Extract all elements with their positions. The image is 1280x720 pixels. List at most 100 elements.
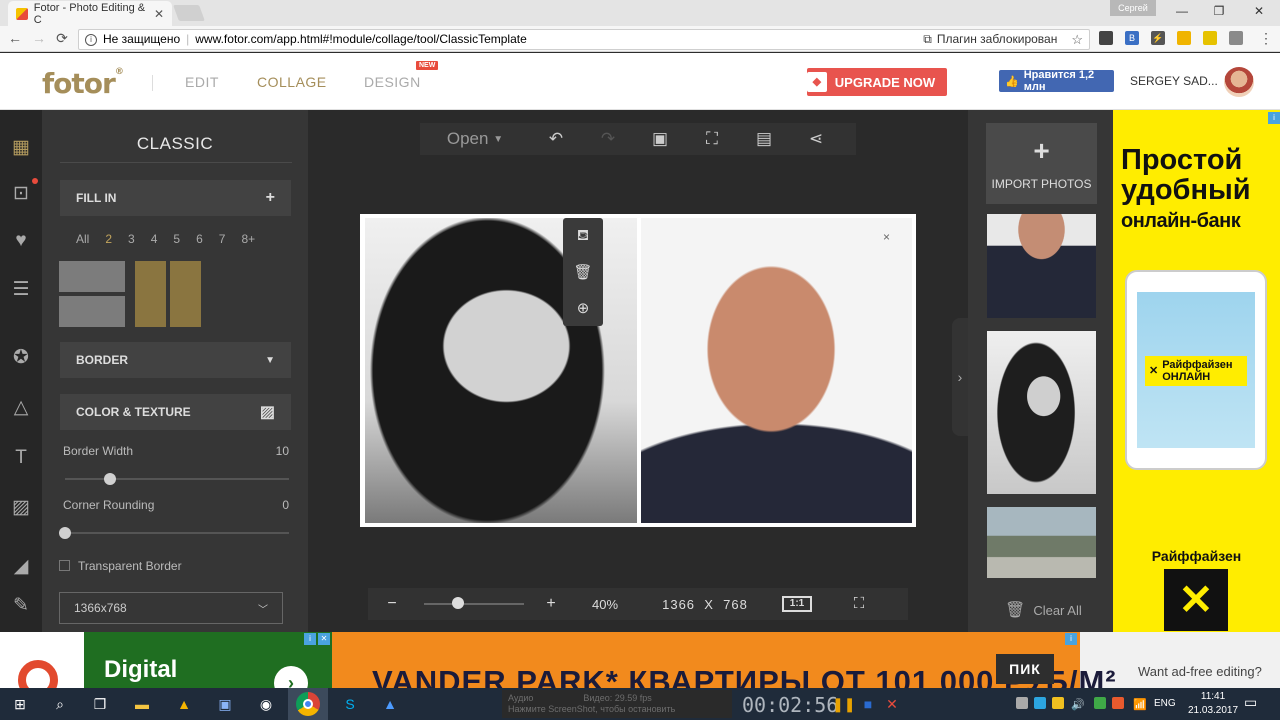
windows-start-icon[interactable]: ⊞ <box>10 694 30 714</box>
tray-icon[interactable] <box>1112 697 1124 709</box>
layout-template-horizontal[interactable] <box>59 261 125 327</box>
freestyle-icon[interactable]: ⊡ <box>8 181 34 207</box>
fill-count-8plus[interactable]: 8+ <box>241 232 255 246</box>
color-texture-section[interactable]: COLOR & TEXTURE ▨ <box>60 394 291 430</box>
extension-icon-6[interactable] <box>1229 31 1243 45</box>
wifi-icon[interactable]: 📶 <box>1130 695 1150 715</box>
app-icon[interactable]: ▲ <box>380 694 400 714</box>
redo-icon[interactable]: ↷ <box>582 129 634 149</box>
language-indicator[interactable]: ENG <box>1154 698 1176 709</box>
gear-ad[interactable] <box>0 632 84 688</box>
extension-icon-3[interactable]: ⚡ <box>1151 31 1165 45</box>
telegram-icon[interactable] <box>1034 697 1046 709</box>
image-icon[interactable]: ▣ <box>634 129 686 149</box>
fill-bucket-icon[interactable]: ⛾ <box>577 227 589 246</box>
transparent-border-checkbox[interactable] <box>59 560 70 571</box>
trash-icon[interactable]: 🗑 <box>573 263 592 281</box>
stop-icon[interactable]: ■ <box>858 694 878 714</box>
photo-thumbnail[interactable] <box>987 331 1096 494</box>
right-banner-ad[interactable]: Простой удобный онлайн-банк ✕ Райффайзен ОН… <box>1113 110 1280 632</box>
new-tab-button[interactable] <box>173 5 205 21</box>
border-width-slider[interactable] <box>65 478 289 480</box>
upgrade-now-button[interactable]: ◆ UPGRADE NOW <box>806 68 947 96</box>
app-icon[interactable]: ◉ <box>256 694 276 714</box>
open-menu[interactable]: Open ▼ <box>420 129 530 149</box>
info-icon[interactable]: i <box>85 33 97 46</box>
minimize-icon[interactable]: — <box>1172 4 1192 18</box>
vander-park-ad[interactable]: VANDER PARK* КВАРТИРЫ ОТ 101 000 РУБ/М² П… <box>332 632 1116 688</box>
system-clock[interactable]: 11:41 21.03.2017 <box>1188 690 1238 718</box>
stitching-icon[interactable]: ☰ <box>8 277 34 303</box>
tray-icon[interactable] <box>1052 697 1064 709</box>
ad-info-icon[interactable]: i <box>1268 112 1280 124</box>
remove-photo-icon[interactable]: × <box>883 230 890 244</box>
collage-photo-man[interactable] <box>641 218 912 523</box>
shapes-icon[interactable]: △ <box>8 395 34 421</box>
window-close-icon[interactable]: ✕ <box>1249 4 1269 18</box>
clear-all-button[interactable]: 🗑 Clear All <box>1005 600 1082 620</box>
fit-screen-icon[interactable]: ⛶ <box>686 129 738 149</box>
photo-thumbnail[interactable] <box>987 507 1096 578</box>
digital-ad[interactable]: Digital › <box>84 632 332 688</box>
menu-edit[interactable]: EDIT <box>185 74 219 90</box>
fill-count-7[interactable]: 7 <box>219 232 226 246</box>
undo-icon[interactable]: ↶ <box>530 129 582 149</box>
menu-collage[interactable]: COLLAGE <box>257 74 327 90</box>
chrome-icon[interactable] <box>296 692 320 716</box>
chevron-down-icon[interactable]: ▼ <box>265 355 275 366</box>
facebook-like-button[interactable]: 👍 Нравится 1,2 млн <box>999 70 1114 92</box>
photo-thumbnail[interactable] <box>987 214 1096 318</box>
volume-icon[interactable]: 🔊 <box>1068 695 1088 715</box>
avatar[interactable] <box>1224 67 1254 97</box>
share-icon[interactable]: ⋖ <box>790 129 842 149</box>
reload-icon[interactable]: ⟳ <box>53 30 71 47</box>
extension-icon-2[interactable]: B <box>1125 31 1139 45</box>
bookmark-star-icon[interactable]: ☆ <box>1071 30 1083 49</box>
tray-icon[interactable] <box>1094 697 1106 709</box>
heart-icon[interactable]: ♥ <box>8 228 34 254</box>
ad-free-link[interactable]: Want ad-free editing? <box>1138 664 1262 679</box>
fill-count-4[interactable]: 4 <box>151 232 158 246</box>
corner-rounding-slider[interactable] <box>65 532 289 534</box>
ad-info-icon[interactable]: i <box>304 633 316 645</box>
zoom-slider-handle[interactable] <box>452 597 464 609</box>
fill-in-section[interactable]: FILL IN + <box>60 180 291 216</box>
fullscreen-icon[interactable]: ⛶ <box>850 595 868 613</box>
fill-count-all[interactable]: All <box>76 232 89 246</box>
zoom-in-button[interactable]: + <box>532 595 570 613</box>
extension-icon-5[interactable] <box>1203 31 1217 45</box>
address-bar[interactable]: i Не защищено | www.fotor.com/app.html#!… <box>78 29 1090 50</box>
extension-icon-4[interactable] <box>1177 31 1191 45</box>
notifications-icon[interactable]: ▭ <box>1244 694 1257 711</box>
ad-close-icon[interactable]: ✕ <box>318 633 330 645</box>
fotor-logo[interactable]: fotor® <box>42 67 124 100</box>
back-icon[interactable]: ← <box>6 30 24 46</box>
border-width-slider-handle[interactable] <box>103 473 116 485</box>
border-section[interactable]: BORDER ▼ <box>60 342 291 378</box>
profile-chip[interactable]: Сергей <box>1110 0 1156 16</box>
browser-tab[interactable]: Fotor - Photo Editing & C ✕ <box>8 1 172 26</box>
edit-icon[interactable]: ✎ <box>8 593 34 619</box>
sticker-star-icon[interactable]: ✪ <box>8 345 34 371</box>
forward-icon[interactable]: → <box>30 30 48 46</box>
actual-size-button[interactable]: 1:1 <box>782 596 812 612</box>
url-text[interactable]: www.fotor.com/app.html#!module/collage/t… <box>195 30 527 49</box>
user-name[interactable]: SERGEY SAD... <box>1130 74 1218 88</box>
texture-icon[interactable]: ▨ <box>260 402 275 422</box>
text-icon[interactable]: T <box>8 445 34 471</box>
file-explorer-icon[interactable]: ▬ <box>132 694 152 714</box>
import-photos-button[interactable]: + IMPORT PHOTOS <box>986 123 1097 204</box>
app-icon[interactable]: ▲ <box>174 694 194 714</box>
extension-icon-1[interactable] <box>1099 31 1113 45</box>
pause-icon[interactable]: ❚❚ <box>832 694 855 714</box>
layout-template-vertical[interactable] <box>135 261 201 327</box>
search-icon[interactable]: ⌕ <box>50 694 70 714</box>
maximize-icon[interactable]: ❐ <box>1209 4 1229 18</box>
background-icon[interactable]: ◢ <box>8 554 34 580</box>
arrow-right-icon[interactable]: › <box>274 666 308 688</box>
tab-close-icon[interactable]: ✕ <box>154 7 164 21</box>
tray-icon[interactable] <box>1016 697 1028 709</box>
chrome-menu-icon[interactable]: ⋮ <box>1257 30 1275 47</box>
save-icon[interactable]: ▤ <box>738 129 790 149</box>
fill-count-3[interactable]: 3 <box>128 232 135 246</box>
